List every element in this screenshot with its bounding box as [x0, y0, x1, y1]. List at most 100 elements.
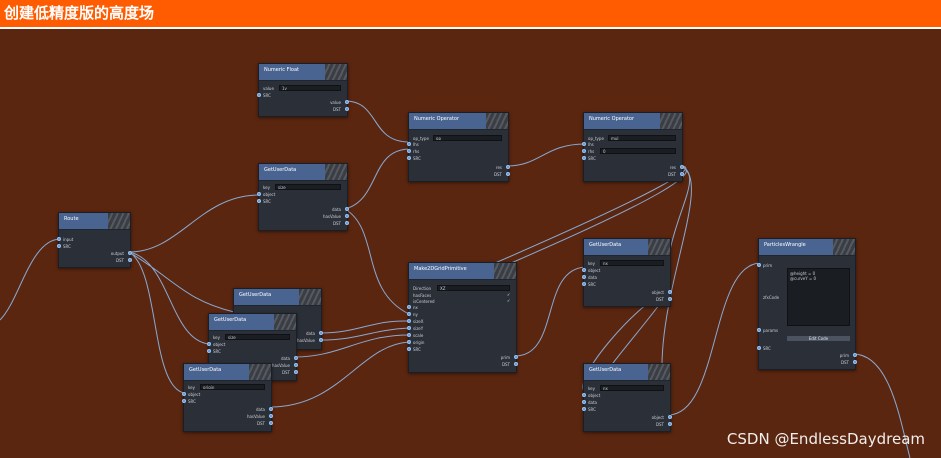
- output-port[interactable]: [514, 355, 518, 359]
- direction-select[interactable]: XZ: [437, 285, 510, 291]
- output-port[interactable]: [319, 331, 323, 335]
- input-port[interactable]: [182, 399, 186, 403]
- input-port[interactable]: [57, 237, 61, 241]
- node-title: Make2DGridPrimitive: [414, 266, 467, 272]
- output-port[interactable]: [345, 100, 349, 104]
- numeric-operator-node[interactable]: Numeric Operator op_type mul lhs rhs 0 S…: [582, 112, 684, 182]
- output-port[interactable]: [269, 421, 273, 425]
- output-port[interactable]: [345, 221, 349, 225]
- input-port[interactable]: [407, 326, 411, 330]
- input-port[interactable]: [257, 93, 261, 97]
- input-port[interactable]: [407, 319, 411, 323]
- op-type-select[interactable]: op: [433, 135, 502, 141]
- op-type-select[interactable]: mul: [608, 135, 676, 141]
- output-port[interactable]: [294, 370, 298, 374]
- output-port[interactable]: [668, 415, 672, 419]
- output-port[interactable]: [345, 214, 349, 218]
- input-port[interactable]: [257, 192, 261, 196]
- output-port[interactable]: [345, 207, 349, 211]
- output-port[interactable]: [506, 165, 510, 169]
- output-port[interactable]: [514, 362, 518, 366]
- particles-wrangle-node[interactable]: ParticlesWrangle prim @height = 0 @curve…: [757, 238, 857, 370]
- input-port[interactable]: [582, 407, 586, 411]
- output-port[interactable]: [269, 407, 273, 411]
- input-port[interactable]: [257, 199, 261, 203]
- getuserdata-node[interactable]: GetUserData key origin object SRC data h…: [182, 363, 273, 432]
- output-port[interactable]: [319, 338, 323, 342]
- output-port[interactable]: [345, 107, 349, 111]
- check-label: isCentered: [413, 299, 435, 304]
- input-port[interactable]: [582, 149, 586, 153]
- key-field[interactable]: nx: [600, 260, 664, 266]
- rhs-field[interactable]: 0: [600, 148, 676, 154]
- key-field[interactable]: nx: [600, 385, 664, 391]
- port-label: SRC: [588, 282, 596, 287]
- node-title: ParticlesWrangle: [764, 242, 806, 248]
- zfx-code-editor[interactable]: @height = 0 @curveY = 0: [787, 268, 850, 326]
- input-port[interactable]: [207, 349, 211, 353]
- output-port[interactable]: [294, 363, 298, 367]
- output-port[interactable]: [680, 172, 684, 176]
- input-port[interactable]: [582, 282, 586, 286]
- port-label: rhs: [413, 149, 420, 154]
- node-header-stripes: [325, 64, 347, 80]
- node-header-stripes: [486, 113, 508, 129]
- input-port[interactable]: [757, 263, 761, 267]
- input-port[interactable]: [407, 149, 411, 153]
- output-port[interactable]: [128, 251, 132, 255]
- input-port[interactable]: [207, 342, 211, 346]
- input-port[interactable]: [407, 156, 411, 160]
- port-label: lhs: [588, 142, 594, 147]
- port-label: nx: [413, 305, 418, 310]
- input-port[interactable]: [407, 347, 411, 351]
- input-port[interactable]: [182, 392, 186, 396]
- port-label: object: [213, 342, 226, 347]
- input-port[interactable]: [582, 275, 586, 279]
- make2dgrid-node[interactable]: Make2DGridPrimitive Direction XZ hasFace…: [407, 262, 518, 373]
- port-label: object: [651, 290, 664, 295]
- input-port[interactable]: [757, 328, 761, 332]
- getuserdata-node[interactable]: GetUserData key nx object data SRC objec…: [582, 363, 672, 432]
- port-label: origin: [413, 340, 425, 345]
- input-port[interactable]: [582, 393, 586, 397]
- output-port[interactable]: [506, 172, 510, 176]
- key-field[interactable]: origin: [200, 384, 265, 390]
- key-field[interactable]: size: [225, 334, 290, 340]
- output-port[interactable]: [294, 356, 298, 360]
- port-label: zfxCode: [763, 295, 780, 300]
- input-port[interactable]: [407, 340, 411, 344]
- getuserdata-node[interactable]: GetUserData key size object SRC data has…: [257, 163, 349, 231]
- output-port[interactable]: [668, 290, 672, 294]
- node-title: GetUserData: [239, 292, 272, 298]
- getuserdata-node[interactable]: GetUserData key nx object data SRC objec…: [582, 238, 672, 307]
- input-port[interactable]: [582, 400, 586, 404]
- input-port[interactable]: [582, 156, 586, 160]
- key-field[interactable]: size: [275, 184, 341, 190]
- output-port[interactable]: [853, 353, 857, 357]
- value-field[interactable]: 1y: [279, 85, 341, 91]
- output-port[interactable]: [668, 422, 672, 426]
- edit-code-button[interactable]: Edit Code: [787, 336, 850, 341]
- node-header-stripes: [249, 364, 271, 380]
- is-centered-checkbox[interactable]: ✓: [507, 299, 511, 303]
- port-label: SRC: [263, 199, 271, 204]
- node-title: GetUserData: [589, 242, 622, 248]
- input-port[interactable]: [407, 305, 411, 309]
- input-port[interactable]: [582, 142, 586, 146]
- node-title: Numeric Float: [264, 67, 299, 73]
- numeric-float-node[interactable]: Numeric Float value 1y SRC value DST: [257, 63, 349, 117]
- input-port[interactable]: [407, 312, 411, 316]
- numeric-operator-node[interactable]: Numeric Operator op_type op lhs rhs SRC …: [407, 112, 510, 182]
- input-port[interactable]: [57, 244, 61, 248]
- output-port[interactable]: [668, 297, 672, 301]
- output-port[interactable]: [269, 414, 273, 418]
- input-port[interactable]: [407, 142, 411, 146]
- output-port[interactable]: [128, 258, 132, 262]
- output-port[interactable]: [680, 165, 684, 169]
- input-port[interactable]: [407, 333, 411, 337]
- has-faces-checkbox[interactable]: ✓: [507, 293, 511, 297]
- route-node[interactable]: Route input SRC output DST: [57, 212, 132, 268]
- input-port[interactable]: [757, 346, 761, 350]
- output-port[interactable]: [853, 360, 857, 364]
- input-port[interactable]: [582, 268, 586, 272]
